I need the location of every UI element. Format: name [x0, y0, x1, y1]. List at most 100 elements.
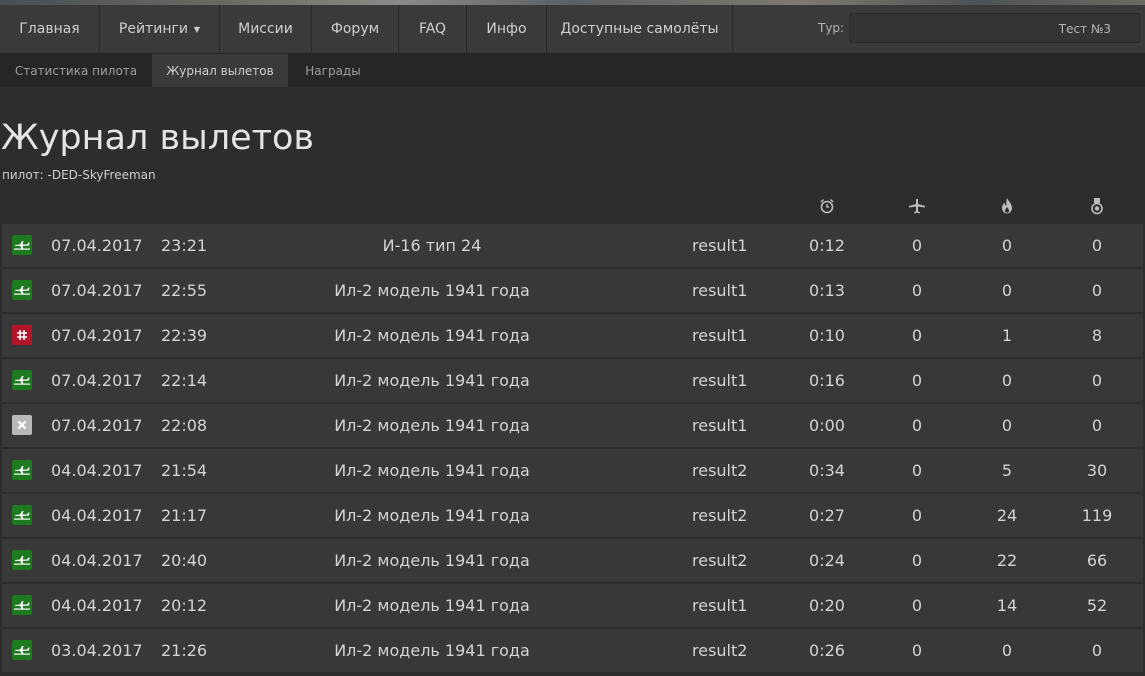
- score: 30: [1086, 461, 1108, 480]
- tab-pilot-stats[interactable]: Статистика пилота: [0, 54, 152, 87]
- tab-flight-log[interactable]: Журнал вылетов: [152, 54, 288, 87]
- flight-date: 07.04.2017: [51, 326, 143, 345]
- nav-item-info[interactable]: Инфо: [467, 5, 547, 53]
- score: 66: [1086, 551, 1108, 570]
- ground-kills: 0: [1001, 641, 1013, 660]
- table-row[interactable]: 04.04.2017 21:54 Ил-2 модель 1941 года r…: [2, 449, 1143, 492]
- tour-select[interactable]: Тест №3: [849, 13, 1140, 43]
- flight-date: 04.04.2017: [51, 551, 143, 570]
- aircraft-name: И-16 тип 24: [382, 236, 482, 255]
- aircraft-name: Ил-2 модель 1941 года: [334, 506, 530, 525]
- subnav-tabs: Статистика пилота Журнал вылетов Награды: [0, 54, 1145, 87]
- tab-label: Статистика пилота: [14, 63, 138, 78]
- caret-down-icon: ▼: [193, 24, 201, 34]
- nav-item-ratings[interactable]: Рейтинги ▼: [100, 5, 220, 53]
- flight-date: 04.04.2017: [51, 506, 143, 525]
- landed-plane-icon: [12, 280, 32, 300]
- table-row[interactable]: 07.04.2017 22:55 Ил-2 модель 1941 года r…: [2, 269, 1143, 312]
- nav-item-label: Форум: [330, 21, 380, 37]
- flight-date: 03.04.2017: [51, 641, 143, 660]
- nav-menu: Главная Рейтинги ▼ Миссии Форум FAQ Инфо …: [0, 5, 733, 53]
- flight-date: 07.04.2017: [51, 416, 143, 435]
- aircraft-name: Ил-2 модель 1941 года: [334, 596, 530, 615]
- nav-item-label: Рейтинги: [118, 21, 188, 37]
- table-row[interactable]: 07.04.2017 23:21 И-16 тип 24 result1 0:1…: [2, 224, 1143, 267]
- score: 119: [1081, 506, 1113, 525]
- flight-result: result1: [692, 371, 748, 390]
- landed-plane-icon: [12, 460, 32, 480]
- flame-icon: [997, 196, 1017, 216]
- flight-result: result1: [692, 281, 748, 300]
- flight-result: result2: [692, 641, 748, 660]
- landed-plane-icon: [12, 595, 32, 615]
- aircraft-kills: 0: [911, 281, 923, 300]
- nav-item-missions[interactable]: Миссии: [220, 5, 312, 53]
- flight-date: 07.04.2017: [51, 236, 143, 255]
- ground-kills: 24: [996, 506, 1018, 525]
- flight-result: result2: [692, 551, 748, 570]
- nav-item-label: FAQ: [418, 21, 447, 37]
- flight-time: 20:40: [161, 551, 208, 570]
- nav-item-available-planes[interactable]: Доступные самолёты: [547, 5, 733, 53]
- table-row[interactable]: 04.04.2017 20:40 Ил-2 модель 1941 года r…: [2, 539, 1143, 582]
- flight-result: result1: [692, 416, 748, 435]
- nav-item-home[interactable]: Главная: [0, 5, 100, 53]
- table-row[interactable]: 07.04.2017 22:08 Ил-2 модель 1941 года r…: [2, 404, 1143, 447]
- close-x-icon: [12, 415, 32, 435]
- landed-plane-icon: [12, 370, 32, 390]
- ground-kills: 0: [1001, 281, 1013, 300]
- flight-time: 21:54: [161, 461, 208, 480]
- score: 8: [1091, 326, 1103, 345]
- aircraft-kills: 0: [911, 506, 923, 525]
- flight-time: 20:12: [161, 596, 208, 615]
- flight-result: result1: [692, 236, 748, 255]
- table-row[interactable]: 04.04.2017 21:17 Ил-2 модель 1941 года r…: [2, 494, 1143, 537]
- tour-select-value: Тест №3: [1058, 22, 1111, 36]
- aircraft-kills: 0: [911, 461, 923, 480]
- score: 0: [1091, 371, 1103, 390]
- flight-duration: 0:27: [809, 506, 845, 525]
- aircraft-kills: 0: [911, 641, 923, 660]
- aircraft-name: Ил-2 модель 1941 года: [334, 461, 530, 480]
- flight-time: 22:39: [161, 326, 208, 345]
- nav-item-faq[interactable]: FAQ: [399, 5, 467, 53]
- landed-plane-icon: [12, 235, 32, 255]
- main-navbar: Главная Рейтинги ▼ Миссии Форум FAQ Инфо …: [0, 5, 1145, 54]
- ground-kills: 0: [1001, 416, 1013, 435]
- table-row[interactable]: 07.04.2017 22:14 Ил-2 модель 1941 года r…: [2, 359, 1143, 402]
- tab-awards[interactable]: Награды: [288, 54, 378, 87]
- pilot-line: пилот: -DED-SkyFreeman: [2, 168, 156, 182]
- table-row[interactable]: 03.04.2017 21:26 Ил-2 модель 1941 года r…: [2, 629, 1143, 672]
- ground-kills: 0: [1001, 236, 1013, 255]
- aircraft-name: Ил-2 модель 1941 года: [334, 281, 530, 300]
- ground-kills: 0: [1001, 371, 1013, 390]
- aircraft-kills: 0: [911, 236, 923, 255]
- nav-item-label: Инфо: [486, 21, 527, 37]
- flight-duration: 0:26: [809, 641, 845, 660]
- aircraft-kills: 0: [911, 596, 923, 615]
- aircraft-kills: 0: [911, 371, 923, 390]
- tab-label: Награды: [305, 63, 361, 78]
- nav-item-forum[interactable]: Форум: [312, 5, 399, 53]
- flight-result: result1: [692, 596, 748, 615]
- table-row[interactable]: 04.04.2017 20:12 Ил-2 модель 1941 года r…: [2, 584, 1143, 627]
- flight-duration: 0:10: [809, 326, 845, 345]
- table-row[interactable]: 07.04.2017 22:39 Ил-2 модель 1941 года r…: [2, 314, 1143, 357]
- crash-grid-icon: [12, 325, 32, 345]
- score: 0: [1091, 641, 1103, 660]
- landed-plane-icon: [12, 550, 32, 570]
- score: 52: [1086, 596, 1108, 615]
- nav-item-label: Доступные самолёты: [560, 21, 719, 37]
- score: 0: [1091, 281, 1103, 300]
- pilot-name: -DED-SkyFreeman: [47, 168, 156, 182]
- aircraft-kills: 0: [911, 551, 923, 570]
- aircraft-name: Ил-2 модель 1941 года: [334, 416, 530, 435]
- alarm-clock-icon: [817, 196, 837, 216]
- flight-time: 22:14: [161, 371, 208, 390]
- flight-time: 21:26: [161, 641, 208, 660]
- flight-duration: 0:16: [809, 371, 845, 390]
- ground-kills: 1: [1001, 326, 1013, 345]
- flight-result: result1: [692, 326, 748, 345]
- landed-plane-icon: [12, 640, 32, 660]
- flight-date: 04.04.2017: [51, 596, 143, 615]
